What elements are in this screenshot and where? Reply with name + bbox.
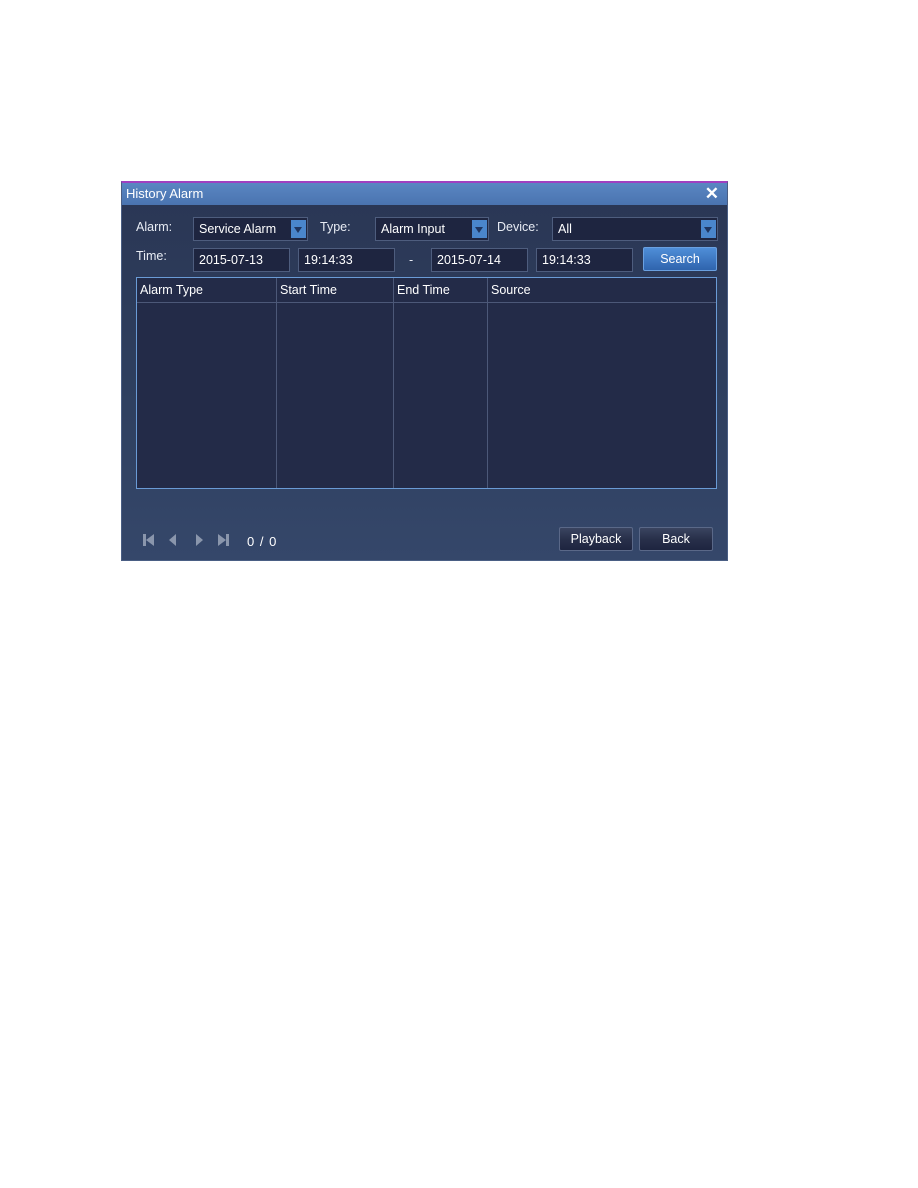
chevron-down-icon[interactable]: [291, 220, 306, 238]
alarm-select[interactable]: Service Alarm: [193, 217, 308, 241]
dialog-title: History Alarm: [126, 186, 204, 201]
time-separator: -: [409, 253, 414, 267]
device-label: Device:: [497, 220, 539, 234]
history-alarm-dialog: History Alarm ✕ Alarm: Service Alarm Typ…: [121, 181, 728, 561]
start-time-input[interactable]: 19:14:33: [298, 248, 395, 272]
device-select-value: All: [558, 222, 572, 236]
alarm-label: Alarm:: [136, 220, 173, 234]
chevron-down-icon[interactable]: [701, 220, 716, 238]
column-header-source[interactable]: Source: [488, 278, 531, 302]
type-select[interactable]: Alarm Input: [375, 217, 489, 241]
title-bar: History Alarm ✕: [122, 183, 727, 205]
column-divider: [487, 278, 488, 488]
previous-page-icon[interactable]: [166, 533, 180, 547]
end-date-input[interactable]: 2015-07-14: [431, 248, 528, 272]
column-header-start-time[interactable]: Start Time: [277, 278, 337, 302]
end-time-input[interactable]: 19:14:33: [536, 248, 633, 272]
alarm-table: Alarm Type Start Time End Time Source: [136, 277, 717, 489]
type-label: Type:: [320, 220, 351, 234]
device-select[interactable]: All: [552, 217, 718, 241]
column-divider: [276, 278, 277, 488]
type-select-value: Alarm Input: [381, 222, 445, 236]
search-button[interactable]: Search: [643, 247, 717, 271]
header-divider: [137, 302, 716, 303]
time-label: Time:: [136, 249, 167, 263]
playback-button[interactable]: Playback: [559, 527, 633, 551]
first-page-icon[interactable]: [142, 533, 156, 547]
close-icon[interactable]: ✕: [705, 184, 719, 204]
column-divider: [393, 278, 394, 488]
page-indicator: 0 / 0: [247, 534, 278, 549]
column-header-alarm-type[interactable]: Alarm Type: [137, 278, 203, 302]
start-date-input[interactable]: 2015-07-13: [193, 248, 290, 272]
chevron-down-icon[interactable]: [472, 220, 487, 238]
last-page-icon[interactable]: [216, 533, 230, 547]
next-page-icon[interactable]: [192, 533, 206, 547]
column-header-end-time[interactable]: End Time: [394, 278, 450, 302]
alarm-select-value: Service Alarm: [199, 222, 277, 236]
back-button[interactable]: Back: [639, 527, 713, 551]
